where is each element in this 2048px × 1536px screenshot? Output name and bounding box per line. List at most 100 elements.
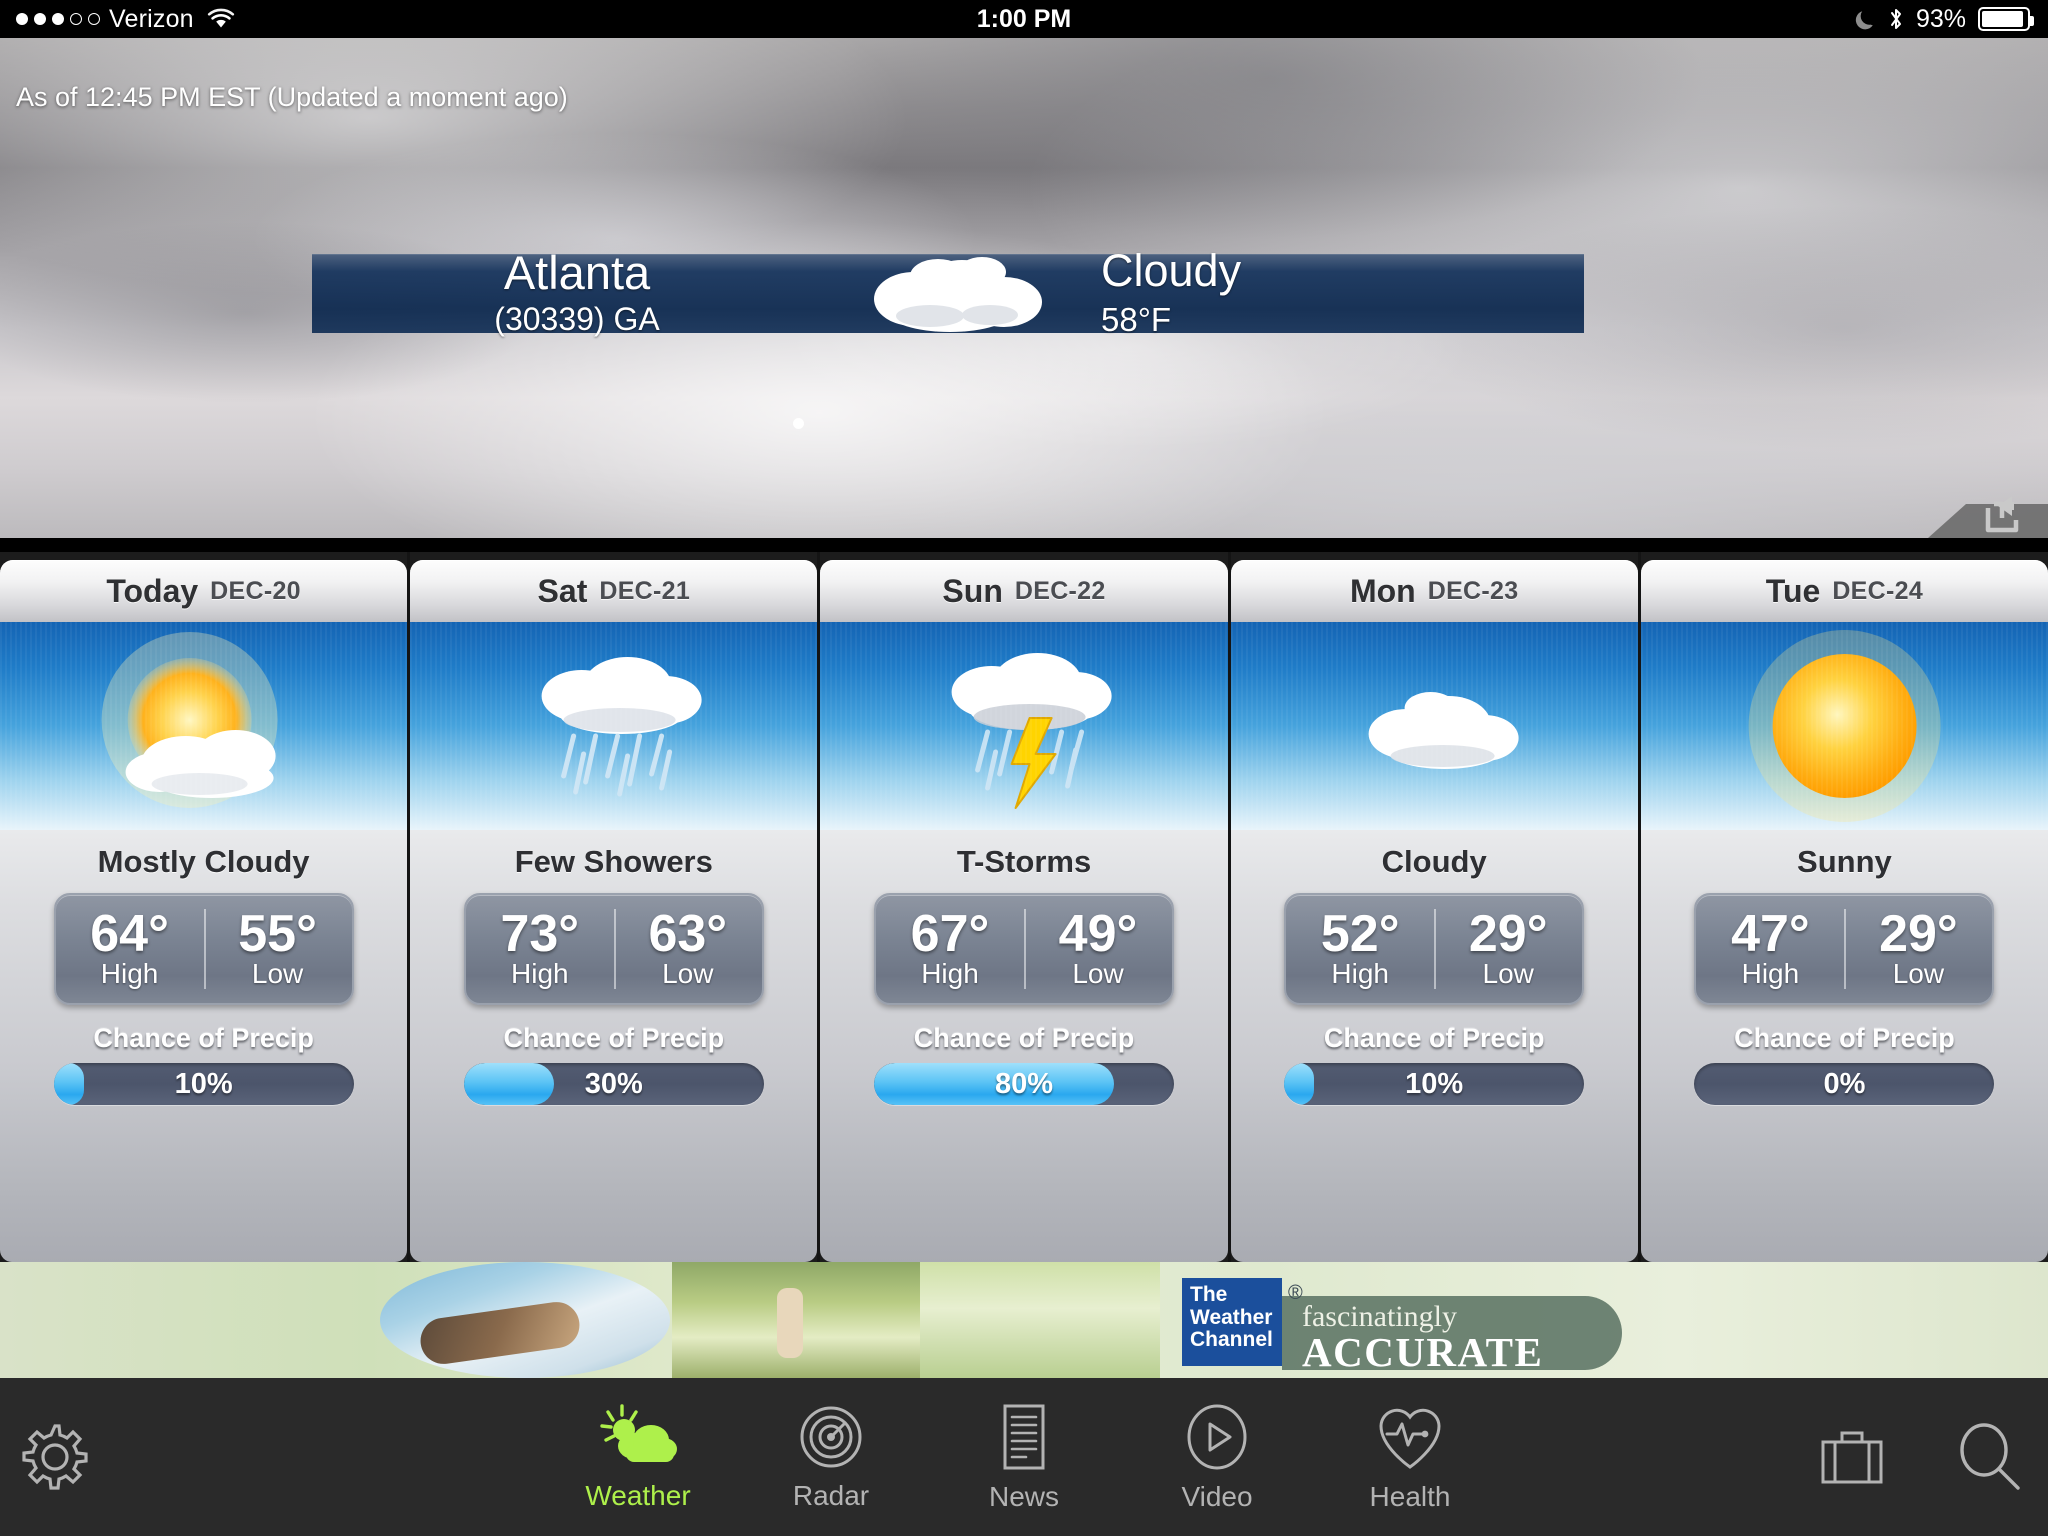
sunny-icon (1640, 622, 2048, 830)
current-condition: Cloudy (1101, 245, 1242, 296)
day-date: DEC-23 (1427, 576, 1519, 605)
as-of-label: As of 12:45 PM EST (Updated a moment ago… (16, 82, 568, 112)
low-temp-label: Low (1072, 958, 1124, 989)
status-bar: Verizon 1:00 PM 93% (0, 0, 2048, 38)
temp-divider (203, 909, 206, 989)
ad-image-forest (672, 1262, 920, 1378)
precip-value: 10% (1405, 1067, 1464, 1100)
day-date: DEC-21 (599, 576, 691, 605)
share-button[interactable] (1928, 496, 2048, 538)
high-temp-label: High (511, 958, 569, 989)
tab-label: Video (1181, 1481, 1253, 1512)
precip-label: Chance of Precip (93, 1023, 314, 1053)
high-temp-block: 47° High (1696, 908, 1844, 990)
low-temp-label: Low (251, 958, 304, 989)
high-temp-label: High (1741, 958, 1800, 989)
day-condition: Sunny (1797, 844, 1892, 879)
city-name: Atlanta (503, 246, 651, 299)
high-temp-block: 67° High (876, 908, 1024, 990)
forecast-day-column[interactable]: Tue DEC-24 Sunny 47° High 29° Low Chance… (1640, 552, 2048, 1262)
briefcase-icon[interactable] (1816, 1424, 1888, 1490)
day-header: Mon DEC-23 (1230, 560, 1638, 622)
forecast-day-column[interactable]: Sat DEC-21 Few Showers 73° High 63° Low … (410, 552, 821, 1262)
temperature-pill: 73° High 63° Low (463, 893, 764, 1005)
tab-health[interactable]: Health (1345, 1401, 1475, 1513)
high-temp-value: 52° (1320, 905, 1400, 963)
advertisement-banner[interactable] (0, 1262, 2048, 1378)
high-temp-value: 73° (500, 905, 580, 963)
precip-label: Chance of Precip (913, 1023, 1135, 1053)
tab-news[interactable]: News (959, 1401, 1089, 1513)
ad-image-nature (920, 1262, 1160, 1378)
tab-label: Radar (792, 1480, 870, 1511)
day-condition: T-Storms (956, 844, 1092, 879)
low-temp-value: 29° (1468, 905, 1548, 963)
day-body: T-Storms 67° High 49° Low Chance of Prec… (820, 830, 1228, 1262)
document-icon (993, 1401, 1055, 1473)
precip-bar: 0% (1694, 1063, 1995, 1105)
search-icon[interactable] (1956, 1422, 2024, 1492)
temp-divider (1434, 909, 1437, 989)
day-header: Today DEC-20 (0, 560, 408, 622)
low-temp-block: 29° Low (1844, 908, 1992, 990)
precip-label: Chance of Precip (1323, 1023, 1545, 1053)
temperature-pill: 52° High 29° Low (1284, 893, 1585, 1005)
precip-bar: 30% (463, 1063, 764, 1105)
temperature-pill: 47° High 29° Low (1694, 893, 1995, 1005)
low-temp-label: Low (662, 958, 714, 989)
high-temp-label: High (921, 958, 979, 989)
low-temp-block: 55° Low (204, 908, 352, 990)
weather-channel-logo: The Weather Channel (1182, 1278, 1282, 1366)
status-bar-clock: 1:00 PM (976, 4, 1072, 33)
temperature-pill: 67° High 49° Low (874, 893, 1174, 1005)
low-temp-label: Low (1482, 958, 1534, 989)
low-temp-value: 49° (1058, 905, 1138, 963)
low-temp-block: 63° Low (614, 908, 762, 990)
day-name: Tue (1765, 572, 1821, 609)
tab-video[interactable]: Video (1152, 1401, 1282, 1513)
forecast-day-column[interactable]: Sun DEC-22 T-Storms 67° High 49° Low Cha… (820, 552, 1231, 1262)
high-temp-label: High (1331, 958, 1389, 989)
day-body: Mostly Cloudy 64° High 55° Low Chance of… (0, 830, 408, 1262)
precip-value: 10% (174, 1067, 233, 1100)
low-temp-value: 63° (648, 905, 728, 963)
day-condition: Mostly Cloudy (97, 844, 310, 879)
location-block: Atlanta (30339) GA (312, 249, 842, 338)
five-day-forecast: Today DEC-20 Mostly Cloudy 64° High 55° … (0, 552, 2048, 1262)
hero-weather-background[interactable]: As of 12:45 PM EST (Updated a moment ago… (0, 38, 2048, 538)
day-header: Sat DEC-21 (410, 560, 818, 622)
day-header: Tue DEC-24 (1640, 560, 2048, 622)
zip-state: (30339) GA (494, 301, 660, 337)
high-temp-value: 64° (90, 905, 169, 963)
precip-bar: 80% (874, 1063, 1174, 1105)
precip-value: 80% (994, 1067, 1054, 1100)
low-temp-label: Low (1892, 958, 1945, 989)
temperature-pill: 64° High 55° Low (53, 893, 354, 1005)
high-temp-block: 64° High (56, 908, 204, 990)
forecast-day-column[interactable]: Mon DEC-23 Cloudy 52° High 29° Low Chanc… (1230, 552, 1641, 1262)
precip-value: 0% (1823, 1067, 1866, 1100)
tab-radar[interactable]: Radar (766, 1401, 896, 1513)
day-body: Few Showers 73° High 63° Low Chance of P… (410, 830, 818, 1262)
low-temp-block: 29° Low (1434, 908, 1582, 990)
page-indicator-dot[interactable] (793, 418, 804, 429)
cloudy-icon (842, 254, 1067, 333)
current-conditions-banner[interactable]: Atlanta (30339) GA Cloudy 58°F (312, 248, 1584, 338)
day-name: Sat (537, 572, 588, 609)
day-date: DEC-22 (1014, 576, 1106, 605)
day-header: Sun DEC-22 (820, 560, 1228, 622)
tab-label: Health (1369, 1481, 1451, 1512)
tab-label: News (988, 1481, 1059, 1512)
day-name: Today (106, 572, 199, 609)
ad-tagline-bottom: ACCURATE (1302, 1329, 1544, 1375)
current-temperature: 58°F (1101, 301, 1172, 338)
precip-label: Chance of Precip (1734, 1023, 1955, 1053)
low-temp-value: 29° (1879, 905, 1958, 963)
condition-block: Cloudy 58°F (1067, 248, 1584, 339)
day-body: Cloudy 52° High 29° Low Chance of Precip… (1230, 830, 1638, 1262)
battery-icon (1978, 7, 2034, 31)
day-condition: Few Showers (514, 844, 713, 879)
forecast-day-column[interactable]: Today DEC-20 Mostly Cloudy 64° High 55° … (0, 552, 411, 1262)
precip-value: 30% (584, 1067, 643, 1100)
tab-weather[interactable]: Weather (573, 1401, 703, 1513)
